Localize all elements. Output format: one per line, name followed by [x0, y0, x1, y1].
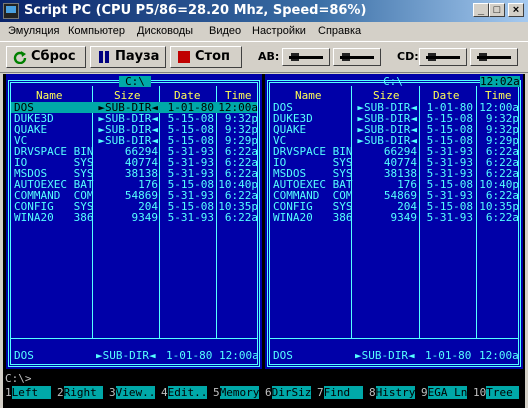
file-time: 6:22a	[224, 211, 258, 224]
fkey-f5[interactable]: 5Memory	[213, 386, 260, 399]
file-date: 5-31-93	[167, 211, 214, 224]
fkey-number: 10	[473, 386, 487, 399]
pause-button[interactable]: Пауза	[90, 46, 166, 68]
right-footer-time: 12:00a	[479, 349, 519, 362]
column-header-time[interactable]: Time	[485, 90, 512, 101]
refresh-icon	[13, 51, 27, 64]
fkey-number: 1	[5, 386, 12, 399]
left-footer-time: 12:00a	[219, 349, 259, 362]
fkey-f10[interactable]: 10Tree	[473, 386, 520, 399]
left-panel-path: C:\	[119, 76, 151, 87]
fkey-label: EGA Ln	[427, 386, 468, 399]
left-footer-size: ►SUB-DIR◄	[96, 349, 156, 362]
right-footer-date: 1-01-80	[425, 349, 472, 362]
fkey-f9[interactable]: 9EGA Ln	[421, 386, 468, 399]
column-divider	[419, 86, 420, 338]
minimize-button[interactable]: _	[473, 3, 489, 17]
left-footer-name: DOS	[14, 349, 34, 362]
cd-drive-label: CD:	[397, 50, 419, 63]
column-header-size[interactable]: Size	[373, 90, 400, 101]
fkey-number: 9	[421, 386, 428, 399]
fkey-label: Find	[323, 386, 364, 399]
drive-a-button[interactable]	[282, 48, 330, 66]
fkey-label: View..	[115, 386, 156, 399]
stop-icon	[178, 51, 190, 63]
cd-drive-2-button[interactable]	[470, 48, 518, 66]
fkey-f3[interactable]: 3View..	[109, 386, 156, 399]
fkey-number: 8	[369, 386, 376, 399]
command-prompt[interactable]: C:\>	[5, 373, 32, 384]
fkey-f2[interactable]: 2Right	[57, 386, 104, 399]
fkey-number: 2	[57, 386, 64, 399]
window-title: Script PC (CPU P5/86=28.20 Mhz, Speed=86…	[24, 3, 367, 18]
left-footer-date: 1-01-80	[166, 349, 213, 362]
fkey-label: Histry	[375, 386, 416, 399]
close-button[interactable]: ×	[508, 3, 524, 17]
menu-emulation[interactable]: Эмуляция	[8, 25, 60, 37]
menu-video[interactable]: Видео	[209, 25, 241, 37]
fkey-number: 7	[317, 386, 324, 399]
column-divider	[159, 86, 160, 338]
file-name: WINA20 386	[273, 211, 353, 224]
file-size: 9349	[390, 211, 418, 224]
fkey-number: 3	[109, 386, 116, 399]
file-name: WINA20 386	[14, 211, 94, 224]
fkey-f8[interactable]: 8Histry	[369, 386, 416, 399]
fkey-label: Left	[11, 386, 52, 399]
maximize-button[interactable]: □	[489, 3, 505, 17]
column-header-name[interactable]: Name	[295, 90, 322, 101]
footer-divider	[270, 338, 518, 339]
file-size: 9349	[131, 211, 159, 224]
reset-button-label: Сброс	[31, 49, 76, 64]
dos-screen[interactable]: C:\ Name Size Date Time DOS ►SUB-DIR◄ 1-01…	[3, 74, 525, 408]
pause-button-label: Пауза	[115, 49, 160, 64]
menu-help[interactable]: Справка	[318, 25, 361, 37]
cd-drive-1-button[interactable]	[419, 48, 467, 66]
fkey-number: 5	[213, 386, 220, 399]
right-file-panel[interactable]: C:\ 12:02a Name Size Date Time DOS ►SUB-D…	[265, 74, 523, 369]
fkey-label: Tree	[486, 386, 520, 399]
column-header-date[interactable]: Date	[433, 90, 460, 101]
menu-drives[interactable]: Дисководы	[137, 25, 193, 37]
title-bar[interactable]: Script PC (CPU P5/86=28.20 Mhz, Speed=86…	[0, 0, 528, 22]
fkey-number: 4	[161, 386, 168, 399]
fkey-f4[interactable]: 4Edit..	[161, 386, 208, 399]
right-footer-name: DOS	[273, 349, 293, 362]
column-divider	[216, 86, 217, 338]
fkey-number: 6	[265, 386, 272, 399]
column-header-size[interactable]: Size	[114, 90, 141, 101]
file-time: 6:22a	[485, 211, 519, 224]
fkey-label: Memory	[219, 386, 260, 399]
drive-b-button[interactable]	[333, 48, 381, 66]
clock-display: 12:02a	[480, 75, 520, 88]
right-footer-size: ►SUB-DIR◄	[355, 349, 415, 362]
fkey-f7[interactable]: 7Find	[317, 386, 364, 399]
column-header-name[interactable]: Name	[36, 90, 63, 101]
reset-button[interactable]: Сброс	[6, 46, 86, 68]
ab-drive-label: AB:	[258, 50, 280, 63]
pause-icon	[99, 51, 109, 63]
fkey-label: Edit..	[167, 386, 208, 399]
left-file-panel[interactable]: C:\ Name Size Date Time DOS ►SUB-DIR◄ 1-01…	[6, 74, 262, 369]
menu-settings[interactable]: Настройки	[252, 25, 306, 37]
menu-bar: Эмуляция Компьютер Дисководы Видео Настр…	[0, 22, 528, 41]
footer-divider	[11, 338, 257, 339]
fkey-label: Right	[63, 386, 104, 399]
stop-button[interactable]: Стоп	[170, 46, 242, 68]
fkey-f1[interactable]: 1Left	[5, 386, 52, 399]
file-date: 5-31-93	[426, 211, 473, 224]
right-panel-path: C:\	[383, 75, 403, 88]
fkey-label: DirSiz	[271, 386, 312, 399]
fkey-f6[interactable]: 6DirSiz	[265, 386, 312, 399]
stop-button-label: Стоп	[195, 49, 230, 64]
column-header-date[interactable]: Date	[174, 90, 201, 101]
app-icon	[3, 3, 19, 19]
column-header-time[interactable]: Time	[225, 90, 252, 101]
toolbar: Сброс Пауза Стоп AB: CD:	[0, 41, 528, 73]
column-divider	[476, 86, 477, 338]
menu-computer[interactable]: Компьютер	[68, 25, 125, 37]
function-key-bar: 1Left 2Right 3View.. 4Edit.. 5Memory 6Di…	[3, 386, 525, 399]
